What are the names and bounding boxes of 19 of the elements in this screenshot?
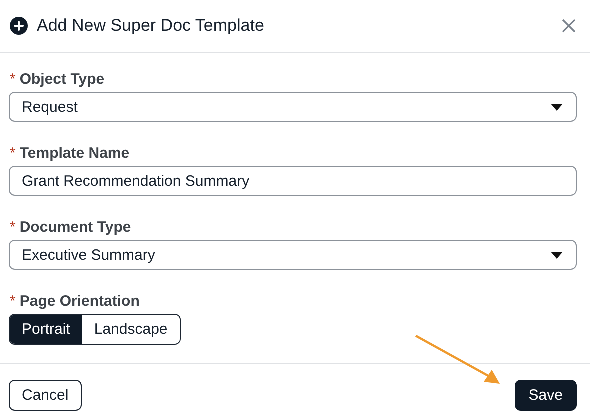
add-icon (10, 17, 28, 35)
field-label: Object Type (20, 70, 105, 88)
select-field[interactable]: Request (9, 92, 577, 122)
save-button[interactable]: Save (514, 380, 577, 411)
caret-icon (551, 104, 563, 110)
input-field[interactable]: Grant Recommendation Summary (9, 166, 577, 196)
caret-icon (551, 252, 563, 258)
field-label: Page Orientation (20, 292, 140, 310)
select-field[interactable]: Executive Summary (9, 240, 577, 270)
cancel-button[interactable]: Cancel (9, 380, 82, 411)
required-mark: * (10, 292, 16, 310)
field-label: Template Name (20, 144, 130, 162)
field-label: Document Type (20, 218, 132, 236)
required-mark: * (10, 218, 16, 236)
required-mark: * (10, 70, 16, 88)
dialog-title: Add New Super Doc Template (37, 16, 266, 36)
segment-option[interactable]: Portrait (10, 315, 82, 344)
required-mark: * (10, 144, 16, 162)
close-icon[interactable] (562, 19, 576, 33)
